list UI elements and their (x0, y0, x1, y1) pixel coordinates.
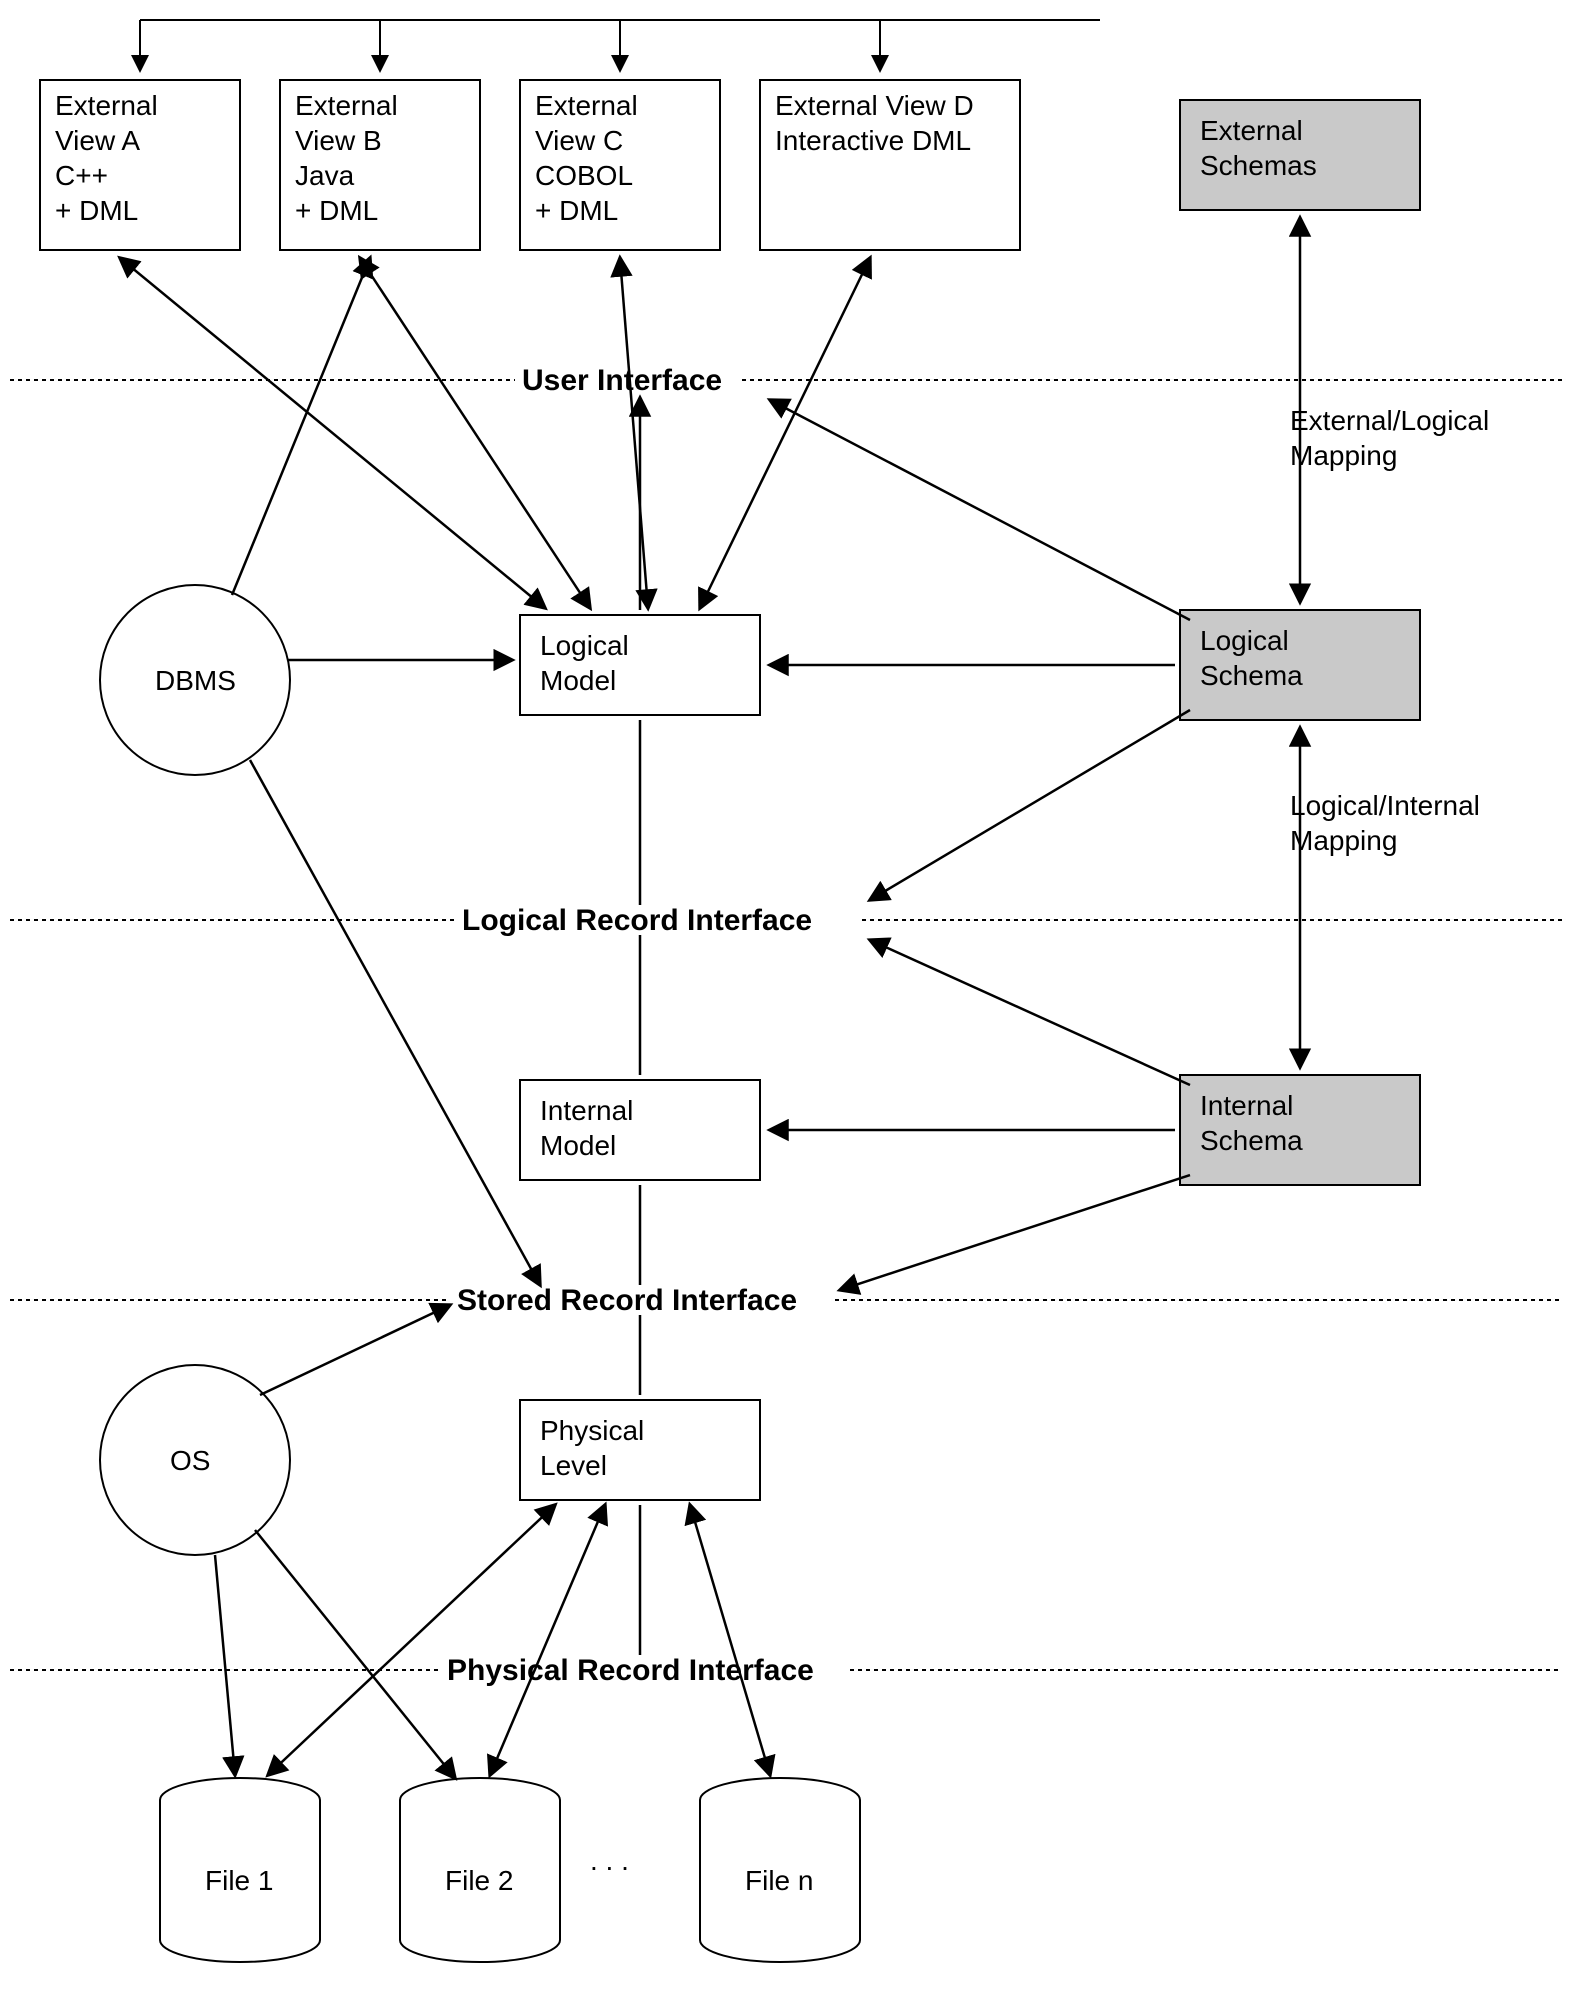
view-b-l4: + DML (295, 195, 378, 226)
external-schemas: External Schemas (1180, 100, 1420, 210)
external-schemas-l2: Schemas (1200, 150, 1317, 181)
logical-model: Logical Model (520, 615, 760, 715)
mapping-li-l2: Mapping (1290, 825, 1397, 856)
physical-record-interface-label: Physical Record Interface (447, 1654, 814, 1687)
dbms-circle: DBMS (100, 585, 290, 775)
view-a-l4: + DML (55, 195, 138, 226)
view-a-l2: View A (55, 125, 140, 156)
file-n: File n (700, 1778, 860, 1962)
view-c-l3: COBOL (535, 160, 633, 191)
internal-model-l2: Model (540, 1130, 616, 1161)
internal-schema: Internal Schema (1180, 1075, 1420, 1185)
physical-level: Physical Level (520, 1400, 760, 1500)
logical-model-l1: Logical (540, 630, 629, 661)
view-c-l4: + DML (535, 195, 618, 226)
view-b-l2: View B (295, 125, 382, 156)
internal-model-l1: Internal (540, 1095, 633, 1126)
external-schemas-l1: External (1200, 115, 1303, 146)
view-a-l3: C++ (55, 160, 108, 191)
file-2: File 2 (400, 1778, 560, 1962)
external-view-a: External View A C++ + DML (40, 80, 240, 250)
file-dots: . . . (590, 1845, 629, 1876)
view-d-l1: External View D (775, 90, 974, 121)
logical-model-l2: Model (540, 665, 616, 696)
logical-schema: Logical Schema (1180, 610, 1420, 720)
physical-level-l2: Level (540, 1450, 607, 1481)
file-2-label: File 2 (445, 1865, 513, 1896)
file-1: File 1 (160, 1778, 320, 1962)
file-1-label: File 1 (205, 1865, 273, 1896)
dbms-label: DBMS (155, 665, 236, 696)
view-c-l2: View C (535, 125, 623, 156)
logical-schema-l2: Schema (1200, 660, 1303, 691)
view-b-l1: External (295, 90, 398, 121)
logical-schema-l1: Logical (1200, 625, 1289, 656)
view-c-l1: External (535, 90, 638, 121)
internal-schema-l2: Schema (1200, 1125, 1303, 1156)
view-a-l1: External (55, 90, 158, 121)
stored-record-interface-label: Stored Record Interface (457, 1284, 797, 1317)
os-label: OS (170, 1445, 210, 1476)
view-b-l3: Java (295, 160, 355, 191)
external-view-d: External View D Interactive DML (760, 80, 1020, 250)
internal-model: Internal Model (520, 1080, 760, 1180)
mapping-el-l2: Mapping (1290, 440, 1397, 471)
logical-record-interface-label: Logical Record Interface (462, 904, 812, 937)
user-interface-label: User Interface (522, 364, 722, 397)
external-view-b: External View B Java + DML (280, 80, 480, 250)
external-view-c: External View C COBOL + DML (520, 80, 720, 250)
view-d-l2: Interactive DML (775, 125, 971, 156)
physical-level-l1: Physical (540, 1415, 644, 1446)
mapping-li-l1: Logical/Internal (1290, 790, 1480, 821)
file-n-label: File n (745, 1865, 813, 1896)
internal-schema-l1: Internal (1200, 1090, 1293, 1121)
mapping-el-l1: External/Logical (1290, 405, 1489, 436)
